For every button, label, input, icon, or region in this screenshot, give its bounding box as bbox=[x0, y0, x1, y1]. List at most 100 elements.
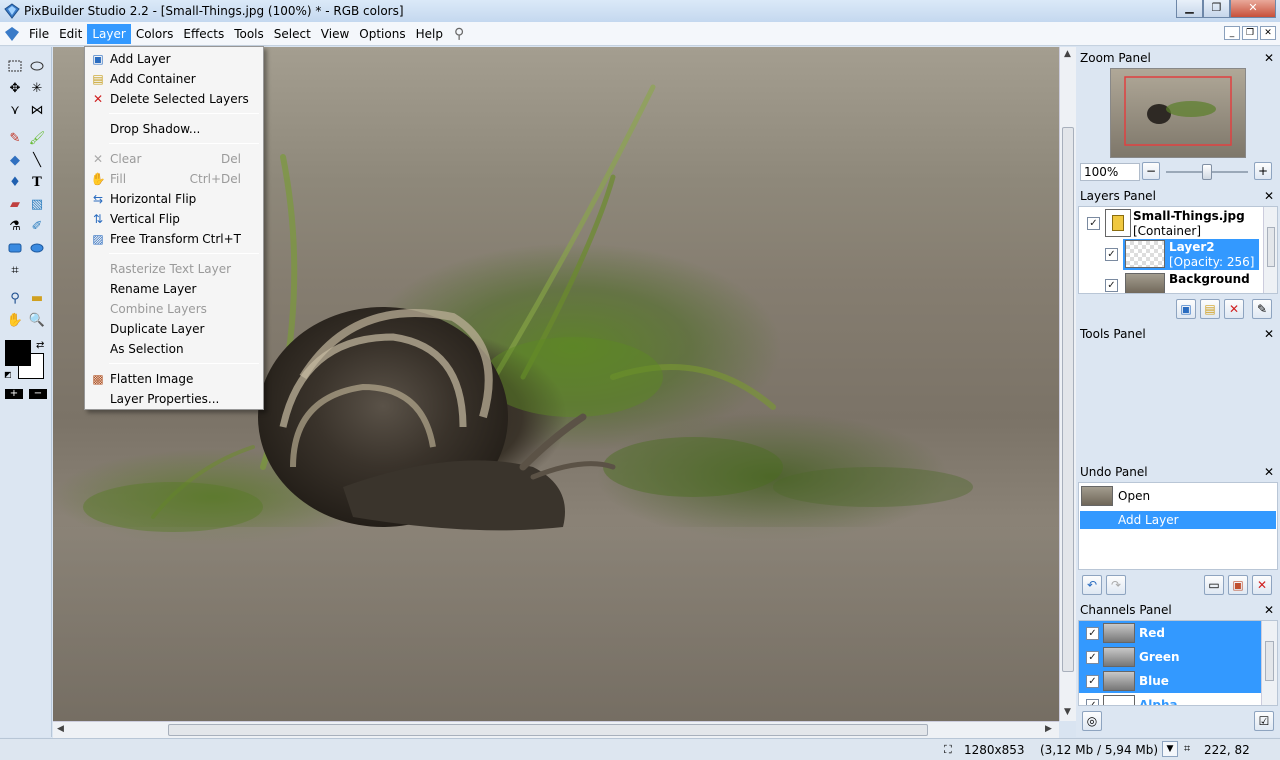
menu-item-delete-selected-layers[interactable]: ✕ Delete Selected Layers bbox=[85, 89, 263, 109]
menu-item-as-selection[interactable]: As Selection bbox=[85, 339, 263, 359]
smudge-icon[interactable]: ▧ bbox=[28, 195, 46, 213]
menu-colors[interactable]: Colors bbox=[131, 24, 179, 44]
default-colors-icon[interactable]: ◩ bbox=[4, 370, 12, 379]
rect-shape-icon[interactable] bbox=[6, 239, 24, 257]
mdi-minimize-button[interactable]: _ bbox=[1224, 26, 1240, 40]
menu-item-free-transform[interactable]: ▨ Free Transform Ctrl+T bbox=[85, 229, 263, 249]
menu-item-vertical-flip[interactable]: ⇅ Vertical Flip bbox=[85, 209, 263, 229]
menu-item-add-container[interactable]: ▤ Add Container bbox=[85, 69, 263, 89]
swap-colors-icon[interactable]: ⇄ bbox=[36, 340, 44, 351]
channel-visibility-checkbox[interactable]: ✓ bbox=[1086, 651, 1099, 664]
undo-item[interactable]: Open bbox=[1079, 484, 1277, 508]
crop-icon[interactable]: ⌗ bbox=[6, 261, 24, 279]
close-icon[interactable]: ✕ bbox=[1264, 601, 1274, 619]
layer-row[interactable]: ✓ Background bbox=[1079, 271, 1265, 293]
zoom-slider-thumb[interactable] bbox=[1202, 164, 1212, 180]
channel-visibility-checkbox[interactable]: ✓ bbox=[1086, 627, 1099, 640]
channel-row[interactable]: ✓ Blue bbox=[1079, 669, 1261, 693]
menu-item-clear[interactable]: ✕ Clear Del bbox=[85, 149, 263, 169]
magic-wand-icon[interactable]: ✳ bbox=[28, 79, 46, 97]
menu-item-fill[interactable]: ✋ Fill Ctrl+Del bbox=[85, 169, 263, 189]
scroll-up-icon[interactable]: ▲ bbox=[1064, 49, 1071, 59]
app-menu-icon[interactable] bbox=[4, 26, 20, 42]
close-icon[interactable]: ✕ bbox=[1264, 187, 1274, 205]
close-icon[interactable]: ✕ bbox=[1264, 463, 1274, 481]
menu-edit[interactable]: Edit bbox=[54, 24, 87, 44]
zoom-in-button[interactable]: + bbox=[1254, 162, 1272, 180]
hand-icon[interactable]: ✋ bbox=[6, 311, 24, 329]
menu-help[interactable]: Help bbox=[411, 24, 448, 44]
menu-effects[interactable]: Effects bbox=[178, 24, 229, 44]
layer-visibility-checkbox[interactable]: ✓ bbox=[1105, 248, 1118, 261]
scroll-down-icon[interactable]: ▼ bbox=[1064, 707, 1071, 717]
delete-layer-button[interactable]: ✕ bbox=[1224, 299, 1244, 319]
add-container-button[interactable]: ▤ bbox=[1200, 299, 1220, 319]
add-mode-button[interactable]: + bbox=[5, 389, 23, 399]
layer-visibility-checkbox[interactable]: ✓ bbox=[1087, 217, 1100, 230]
rect-select-icon[interactable] bbox=[6, 57, 24, 75]
pencil-icon[interactable]: ✎ bbox=[6, 129, 24, 147]
vertical-scroll-thumb[interactable] bbox=[1062, 127, 1074, 672]
close-icon[interactable]: ✕ bbox=[1264, 325, 1274, 343]
scroll-left-icon[interactable]: ◀ bbox=[57, 724, 64, 734]
undo-item-selected[interactable]: Add Layer bbox=[1080, 511, 1276, 529]
vertical-scrollbar[interactable]: ▲ ▼ bbox=[1059, 47, 1076, 721]
status-dropdown-button[interactable]: ▼ bbox=[1162, 741, 1178, 757]
add-layer-button[interactable]: ▣ bbox=[1176, 299, 1196, 319]
menu-item-combine-layers[interactable]: Combine Layers bbox=[85, 299, 263, 319]
menu-item-duplicate-layer[interactable]: Duplicate Layer bbox=[85, 319, 263, 339]
scroll-right-icon[interactable]: ▶ bbox=[1045, 724, 1052, 734]
text-tool-icon[interactable]: T bbox=[28, 173, 46, 191]
clone-stamp-icon[interactable]: ⚗ bbox=[6, 217, 24, 235]
foreground-color-swatch[interactable] bbox=[5, 340, 31, 366]
move-icon[interactable]: ✥ bbox=[6, 79, 24, 97]
layer-visibility-checkbox[interactable]: ✓ bbox=[1105, 279, 1118, 292]
channel-options-button[interactable]: ☑ bbox=[1254, 711, 1274, 731]
menu-item-layer-properties[interactable]: Layer Properties... bbox=[85, 389, 263, 409]
channel-row[interactable]: ✓ Alpha bbox=[1079, 693, 1261, 705]
menu-item-flatten-image[interactable]: ▩ Flatten Image bbox=[85, 369, 263, 389]
channel-row[interactable]: ✓ Red bbox=[1079, 621, 1261, 645]
polygon-lasso-icon[interactable]: ⋎ bbox=[6, 101, 24, 119]
menu-item-add-layer[interactable]: ▣ Add Layer bbox=[85, 49, 263, 69]
zoom-out-button[interactable]: − bbox=[1142, 162, 1160, 180]
lasso-icon[interactable] bbox=[28, 57, 46, 75]
search-icon[interactable]: ⚲ bbox=[454, 26, 464, 42]
zoom-tool-icon[interactable]: 🔍 bbox=[28, 311, 46, 329]
close-icon[interactable]: ✕ bbox=[1264, 49, 1274, 67]
menu-item-drop-shadow[interactable]: Drop Shadow... bbox=[85, 119, 263, 139]
eraser-icon[interactable]: ◆ bbox=[6, 151, 24, 169]
brush-icon[interactable]: 🖌 bbox=[28, 129, 46, 147]
layer-row[interactable]: ✓ Small-Things.jpg [Container] bbox=[1079, 207, 1265, 239]
zoom-preview[interactable] bbox=[1110, 68, 1246, 158]
mdi-close-button[interactable]: ✕ bbox=[1260, 26, 1276, 40]
channels-scrollbar[interactable] bbox=[1261, 621, 1277, 705]
eyedropper-icon[interactable]: ⚲ bbox=[6, 289, 24, 307]
menu-select[interactable]: Select bbox=[269, 24, 316, 44]
magnetic-lasso-icon[interactable]: ⋈ bbox=[28, 101, 46, 119]
channel-row[interactable]: ✓ Green bbox=[1079, 645, 1261, 669]
ellipse-shape-icon[interactable] bbox=[28, 239, 46, 257]
gradient-icon[interactable]: ▰ bbox=[6, 195, 24, 213]
horizontal-scrollbar[interactable]: ◀ ▶ bbox=[53, 721, 1059, 738]
mdi-restore-button[interactable]: ❐ bbox=[1242, 26, 1258, 40]
close-button[interactable]: ✕ bbox=[1230, 0, 1276, 18]
menu-layer[interactable]: Layer bbox=[87, 23, 131, 44]
menu-item-horizontal-flip[interactable]: ⇆ Horizontal Flip bbox=[85, 189, 263, 209]
channel-as-selection-button[interactable]: ◎ bbox=[1082, 711, 1102, 731]
line-icon[interactable]: ╲ bbox=[28, 151, 46, 169]
paint-bucket-icon[interactable]: ♦ bbox=[6, 173, 24, 191]
layer-properties-button[interactable]: ✎ bbox=[1252, 299, 1272, 319]
maximize-button[interactable]: ❐ bbox=[1203, 0, 1230, 18]
channel-visibility-checkbox[interactable]: ✓ bbox=[1086, 675, 1099, 688]
ruler-icon[interactable]: ▬ bbox=[28, 289, 46, 307]
zoom-value-field[interactable]: 100% bbox=[1080, 163, 1140, 181]
redo-button[interactable]: ↷ bbox=[1106, 575, 1126, 595]
create-document-button[interactable]: ▣ bbox=[1228, 575, 1248, 595]
new-snapshot-button[interactable]: ▭ bbox=[1204, 575, 1224, 595]
undo-button[interactable]: ↶ bbox=[1082, 575, 1102, 595]
menu-tools[interactable]: Tools bbox=[229, 24, 269, 44]
menu-item-rename-layer[interactable]: Rename Layer bbox=[85, 279, 263, 299]
layers-scrollbar[interactable] bbox=[1263, 207, 1277, 293]
menu-view[interactable]: View bbox=[316, 24, 354, 44]
